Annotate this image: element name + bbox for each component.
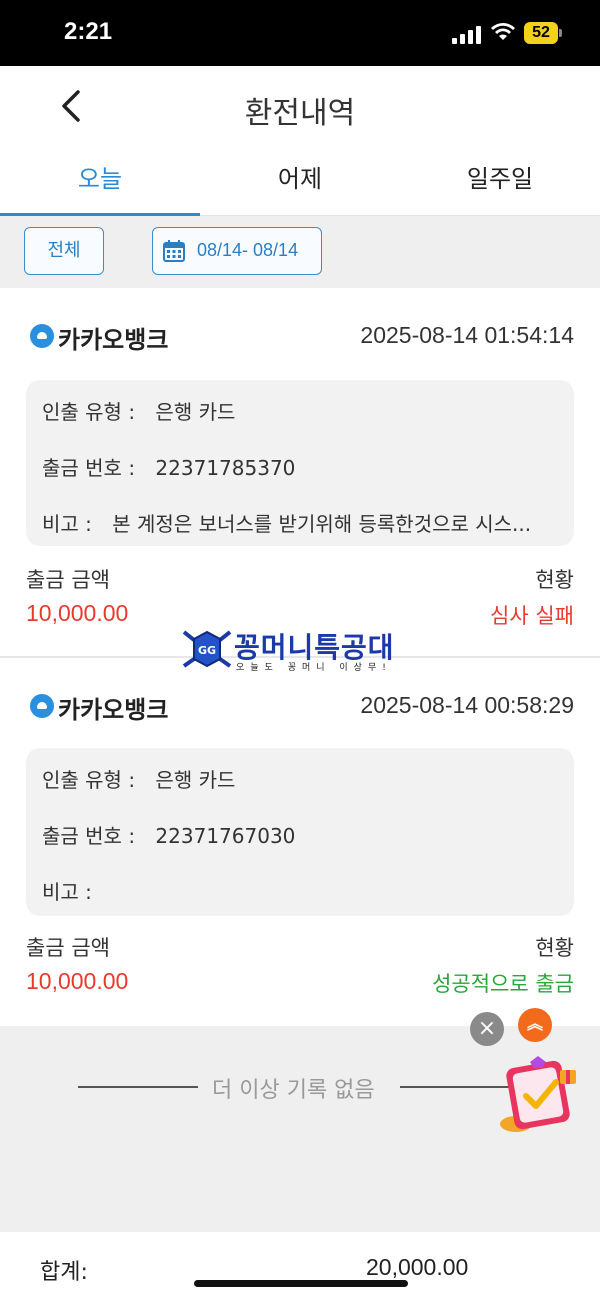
status-value: 심사 실패 (490, 604, 574, 628)
total-label: 합계: (40, 1260, 88, 1285)
page-title: 환전내역 (244, 96, 356, 131)
filter-all-button[interactable]: 전체 (24, 227, 104, 275)
cellular-signal-icon (452, 24, 482, 44)
withdraw-number-label: 출금 번호 : (42, 824, 136, 848)
note-row: 비고 : 본 계정은 보너스를 받기위해 등록한것으로 시스... (42, 508, 558, 537)
withdraw-type-value: 은행 카드 (155, 400, 236, 424)
status-label: 현황 (535, 568, 574, 592)
withdraw-type-row: 인출 유형 : 은행 카드 (42, 396, 558, 425)
close-icon[interactable]: × (470, 1012, 504, 1046)
status-bar: 2:21 52 (0, 0, 600, 66)
header: 환전내역 (0, 66, 600, 146)
filter-bar: 전체 08/14- 08/14 (0, 216, 600, 288)
end-divider-right (400, 1086, 510, 1088)
home-indicator[interactable] (194, 1280, 408, 1287)
period-tabs: 오늘 어제 일주일 (0, 146, 600, 216)
note-value: 본 계정은 보너스를 받기위해 등록한것으로 시스... (112, 512, 532, 536)
note-row: 비고 : (42, 876, 558, 905)
amount-label: 출금 금액 (26, 568, 110, 592)
note-label: 비고 : (42, 512, 92, 536)
tab-yesterday[interactable]: 어제 (200, 146, 400, 215)
bank-name: 카카오뱅크 (58, 696, 169, 724)
note-label: 비고 : (42, 880, 92, 904)
transaction-datetime: 2025-08-14 01:54:14 (360, 322, 574, 348)
scroll-top-icon[interactable]: ︽ (518, 1008, 552, 1042)
withdraw-number-label: 출금 번호 : (42, 456, 136, 480)
date-range-button[interactable]: 08/14- 08/14 (152, 227, 322, 275)
withdraw-type-label: 인출 유형 : (42, 400, 136, 424)
amount-value: 10,000.00 (26, 600, 129, 626)
amount-value: 10,000.00 (26, 968, 129, 994)
withdraw-number-row: 출금 번호 : 22371767030 (42, 820, 558, 849)
battery-tip (559, 29, 562, 37)
amount-label: 출금 금액 (26, 936, 110, 960)
total-value: 20,000.00 (366, 1254, 469, 1280)
list-end-area: 더 이상 기록 없음 × ︽ (0, 1008, 600, 1232)
status-value: 성공적으로 출금 (432, 972, 574, 996)
kakaobank-icon (30, 324, 54, 348)
withdraw-type-row: 인출 유형 : 은행 카드 (42, 764, 558, 793)
kakaobank-icon (30, 694, 54, 718)
withdraw-number-value: 22371767030 (155, 824, 296, 848)
transaction-details: 인출 유형 : 은행 카드 출금 번호 : 22371767030 비고 : (26, 748, 574, 916)
battery-icon: 52 (524, 22, 558, 44)
total-bar: 합계: 20,000.00 (0, 1232, 600, 1298)
tab-week[interactable]: 일주일 (400, 146, 600, 215)
transaction-card: 카카오뱅크 2025-08-14 00:58:29 인출 유형 : 은행 카드 … (0, 658, 600, 1026)
calendar-icon (163, 240, 185, 262)
svg-text:GG: GG (198, 644, 216, 657)
date-range-text: 08/14- 08/14 (197, 240, 299, 260)
transaction-card: 카카오뱅크 2025-08-14 01:54:14 인출 유형 : 은행 카드 … (0, 288, 600, 656)
tab-today[interactable]: 오늘 (0, 146, 200, 216)
end-divider-left (78, 1086, 198, 1088)
withdraw-type-label: 인출 유형 : (42, 768, 136, 792)
withdraw-number-value: 22371785370 (155, 456, 296, 480)
gift-icon[interactable] (496, 1052, 580, 1138)
wifi-icon (491, 23, 515, 40)
status-label: 현황 (535, 936, 574, 960)
transaction-details: 인출 유형 : 은행 카드 출금 번호 : 22371785370 비고 : 본… (26, 380, 574, 546)
bank-name: 카카오뱅크 (58, 326, 169, 354)
status-time: 2:21 (64, 18, 113, 45)
withdraw-number-row: 출금 번호 : 22371785370 (42, 452, 558, 481)
withdraw-type-value: 은행 카드 (155, 768, 236, 792)
end-message: 더 이상 기록 없음 (212, 1078, 375, 1103)
transaction-datetime: 2025-08-14 00:58:29 (360, 692, 574, 718)
